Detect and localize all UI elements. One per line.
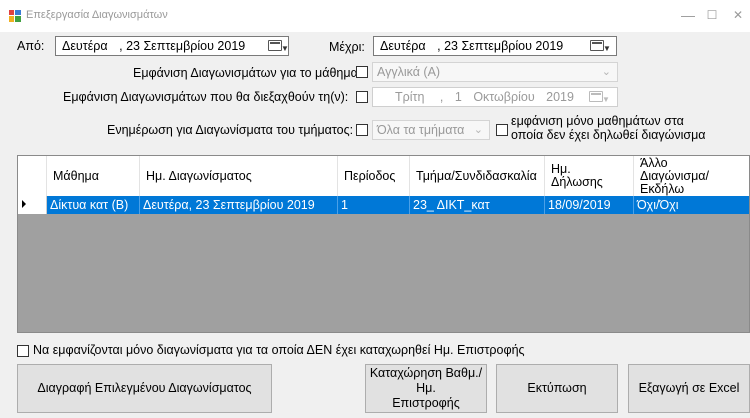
- subject-filter-checkbox[interactable]: [356, 66, 368, 78]
- row-header-corner: [18, 156, 47, 196]
- column-header-other-exam[interactable]: Άλλο Διαγώνισμα/Εκδήλω: [634, 156, 749, 196]
- chevron-down-icon: ⌄: [601, 66, 611, 78]
- cell-other-exam[interactable]: Όχι/Όχι: [634, 196, 749, 214]
- export-excel-button[interactable]: Εξαγωγή σε Excel: [628, 364, 750, 413]
- row-pointer-icon: [22, 200, 26, 208]
- column-header-declaration-date[interactable]: Ημ. Δήλωσης: [545, 156, 634, 196]
- cell-class[interactable]: 23_ ΔΙΚΤ_κατ: [410, 196, 545, 214]
- table-header: Μάθημα Ημ. Διαγωνίσματος Περίοδος Τμήμα/…: [18, 156, 749, 196]
- maximize-button[interactable]: ☐: [700, 4, 724, 26]
- upcoming-date-picker[interactable]: Τρίτη , 1 Οκτωβρίου 2019 ▼: [372, 87, 618, 107]
- dept-select-value: Όλα τα τμήματα: [377, 123, 465, 137]
- upcoming-date-month: Οκτωβρίου: [473, 90, 535, 104]
- no-return-date-checkbox[interactable]: [17, 345, 29, 357]
- delete-exam-button[interactable]: Διαγραφή Επιλεγμένου Διαγωνίσματος: [17, 364, 272, 413]
- grade-return-button[interactable]: Καταχώρηση Βαθμ./Ημ. Επιστροφής: [365, 364, 487, 413]
- dropdown-arrow-icon: ▼: [602, 95, 610, 104]
- upcoming-filter-label: Εμφάνιση Διαγωνισμάτων που θα διεξαχθούν…: [63, 90, 349, 104]
- only-subjects-label-line2: οποία δεν έχει δηλωθεί διαγώνισμα: [511, 128, 706, 142]
- dept-filter-checkbox[interactable]: [356, 124, 368, 136]
- from-date-value: 23 Σεπτεμβρίου 2019: [126, 39, 246, 53]
- from-label: Από:: [17, 39, 45, 53]
- no-return-date-label: Να εμφανίζονται μόνο διαγωνίσματα για τα…: [33, 343, 525, 357]
- to-date-value: 23 Σεπτεμβρίου 2019: [444, 39, 564, 53]
- to-date-sep: ,: [437, 39, 441, 53]
- upcoming-date-day: Τρίτη: [395, 90, 425, 104]
- subject-select-value: Αγγλικά (Α): [377, 65, 441, 79]
- minimize-button[interactable]: —: [676, 4, 700, 26]
- only-subjects-label-line1: εμφάνιση μόνο μαθημάτων στα: [511, 114, 684, 128]
- calendar-icon: [590, 40, 604, 51]
- chevron-down-icon: ⌄: [473, 124, 483, 136]
- table-row[interactable]: Δίκτυα κατ (Β) Δευτέρα, 23 Σεπτεμβρίου 2…: [18, 196, 749, 214]
- from-date-picker[interactable]: Δευτέρα , 23 Σεπτεμβρίου 2019 ▼: [55, 36, 289, 56]
- calendar-icon: [268, 40, 282, 51]
- to-label: Μέχρι:: [329, 40, 365, 54]
- subject-select[interactable]: Αγγλικά (Α) ⌄: [372, 62, 618, 82]
- upcoming-date-year: 2019: [546, 90, 574, 104]
- column-header-period[interactable]: Περίοδος: [338, 156, 410, 196]
- exams-table[interactable]: Μάθημα Ημ. Διαγωνίσματος Περίοδος Τμήμα/…: [17, 155, 750, 333]
- cell-exam-date[interactable]: Δευτέρα, 23 Σεπτεμβρίου 2019: [140, 196, 338, 214]
- close-button[interactable]: ✕: [726, 4, 750, 26]
- to-date-day: Δευτέρα: [380, 39, 426, 53]
- column-header-subject[interactable]: Μάθημα: [47, 156, 140, 196]
- window-title: Επεξεργασία Διαγωνισμάτων: [26, 9, 168, 21]
- only-subjects-checkbox[interactable]: [496, 124, 508, 136]
- to-date-picker[interactable]: Δευτέρα , 23 Σεπτεμβρίου 2019 ▼: [373, 36, 617, 56]
- from-date-sep: ,: [119, 39, 123, 53]
- cell-declaration-date[interactable]: 18/09/2019: [545, 196, 634, 214]
- upcoming-filter-checkbox[interactable]: [356, 91, 368, 103]
- subject-filter-label: Εμφάνιση Διαγωνισμάτων για το μάθημα:: [133, 66, 362, 80]
- dropdown-arrow-icon: ▼: [281, 44, 289, 53]
- app-icon: [9, 10, 21, 22]
- dropdown-arrow-icon: ▼: [603, 44, 611, 53]
- dept-filter-label: Ενημέρωση για Διαγωνίσματα του τμήματος:: [107, 123, 354, 137]
- row-selector[interactable]: [18, 196, 47, 214]
- print-button[interactable]: Εκτύπωση: [496, 364, 618, 413]
- calendar-icon: [589, 91, 603, 102]
- from-date-day: Δευτέρα: [62, 39, 108, 53]
- dept-select[interactable]: Όλα τα τμήματα ⌄: [372, 120, 490, 140]
- cell-period[interactable]: 1: [338, 196, 410, 214]
- column-header-exam-date[interactable]: Ημ. Διαγωνίσματος: [140, 156, 338, 196]
- cell-subject[interactable]: Δίκτυα κατ (Β): [47, 196, 140, 214]
- column-header-class[interactable]: Τμήμα/Συνδιδασκαλία: [410, 156, 545, 196]
- upcoming-date-num: 1: [454, 90, 462, 104]
- grade-return-label-line2: Επιστροφής: [392, 396, 460, 410]
- upcoming-date-sep: ,: [439, 90, 444, 104]
- grade-return-label-line1: Καταχώρηση Βαθμ./Ημ.: [369, 366, 483, 395]
